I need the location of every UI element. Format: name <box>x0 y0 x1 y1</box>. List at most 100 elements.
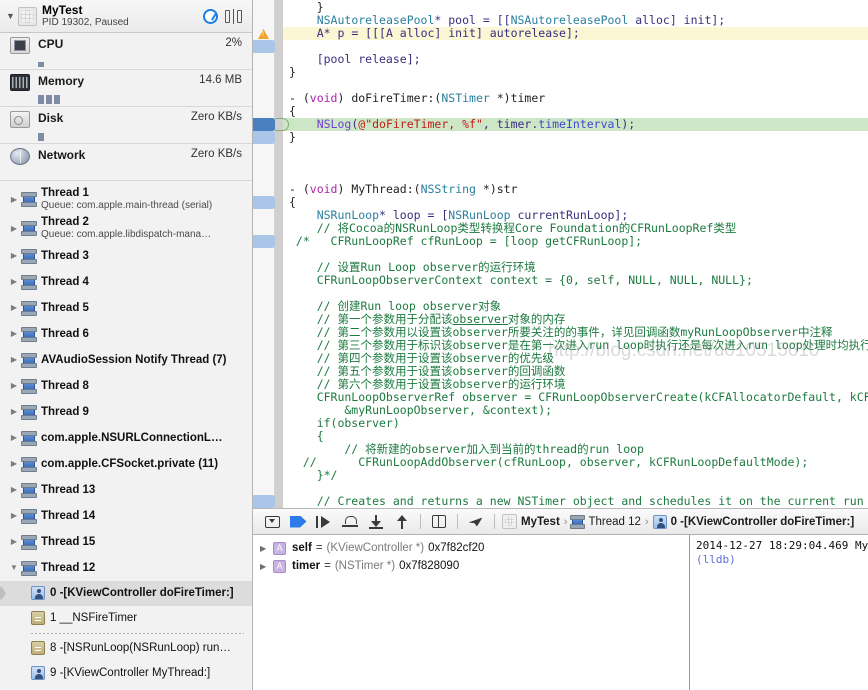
stack-frame-row[interactable]: 9 -[KViewController MyThread:] <box>0 661 252 686</box>
breadcrumb-item[interactable]: MyTest <box>502 514 560 529</box>
split-view-icon[interactable] <box>225 10 242 23</box>
step-up-button[interactable] <box>389 511 415 532</box>
editor-gutter[interactable] <box>253 0 275 508</box>
console-output[interactable]: 2014-12-27 18:29:04.469 My(lldb) <box>690 535 868 690</box>
thread-row[interactable]: ▶Thread 5 <box>0 295 252 321</box>
warning-icon[interactable] <box>258 29 269 39</box>
step-over-icon <box>316 516 333 528</box>
code-line: - (void) MyThread:(NSString *)str <box>283 183 868 196</box>
chevron-right-icon[interactable]: ▶ <box>8 329 20 338</box>
variable-kind-badge: A <box>273 560 286 573</box>
process-disclosure-triangle[interactable]: ▼ <box>4 12 17 21</box>
thread-row[interactable]: ▶com.apple.NSURLConnectionL… <box>0 425 252 451</box>
thread-name: AVAudioSession Notify Thread (7) <box>41 353 227 367</box>
thread-name-block: Thread 13 <box>41 483 95 497</box>
stack-frame-row[interactable]: 10 -[NSThread main] <box>0 686 252 690</box>
thread-row[interactable]: ▶ com.apple.CFSocket.private (11) <box>0 451 252 477</box>
chevron-right-icon[interactable]: ▶ <box>8 407 20 416</box>
code-line: } <box>283 131 868 144</box>
toggle-debug-area-button[interactable] <box>259 511 285 532</box>
thread-queue: Queue: com.apple.libdispatch-mana… <box>41 229 211 242</box>
continue-button[interactable] <box>285 511 311 532</box>
thread-row[interactable]: ▶Thread 6 <box>0 321 252 347</box>
source-editor[interactable]: } NSAutoreleasePool* pool = [[NSAutorele… <box>253 0 868 508</box>
chevron-right-icon[interactable]: ▶ <box>8 381 20 390</box>
thread-name: Thread 2 <box>41 215 211 229</box>
thread-row[interactable]: ▶ Thread 15 <box>0 529 252 555</box>
stack-frame-row[interactable]: 0 -[KViewController doFireTimer:] <box>0 581 252 606</box>
toolbar-separator <box>494 514 495 529</box>
gauge-row-cpu[interactable]: CPU2% <box>0 33 252 70</box>
gauge-sparkline <box>38 92 60 104</box>
chevron-right-icon[interactable]: ▶ <box>260 544 273 553</box>
variable-row[interactable]: ▶Atimer=(NSTimer *)0x7f828090 <box>253 557 689 575</box>
code-content[interactable]: } NSAutoreleasePool* pool = [[NSAutorele… <box>283 0 868 508</box>
chevron-right-icon[interactable]: ▶ <box>8 355 20 364</box>
breadcrumb-chevron-icon: › <box>564 516 568 528</box>
frame-icon <box>653 515 667 529</box>
thread-row[interactable]: ▶Thread 1Queue: com.apple.main-thread (s… <box>0 185 252 214</box>
process-icon <box>502 514 517 529</box>
gauge-icon[interactable] <box>203 9 218 24</box>
location-icon <box>469 515 484 529</box>
thread-icon <box>22 379 36 393</box>
thread-name: Thread 15 <box>41 535 95 549</box>
gauge-value: 2% <box>225 37 242 49</box>
gauge-row-disk[interactable]: DiskZero KB/s <box>0 107 252 144</box>
view-debug-button[interactable] <box>426 511 452 532</box>
simulate-location-button[interactable] <box>463 511 489 532</box>
chevron-right-icon[interactable]: ▶ <box>8 224 20 233</box>
gauge-row-memory[interactable]: Memory14.6 MB <box>0 70 252 107</box>
thread-icon <box>22 192 36 206</box>
process-icon <box>18 7 37 26</box>
thread-row[interactable]: ▶ Thread 4 <box>0 269 252 295</box>
thread-row[interactable]: ▶Thread 3 <box>0 243 252 269</box>
chevron-right-icon[interactable]: ▶ <box>8 485 20 494</box>
code-line: // CFRunLoopAddObserver(cfRunLoop, obser… <box>283 456 868 469</box>
chevron-right-icon[interactable]: ▶ <box>8 511 20 520</box>
breadcrumb-item[interactable]: 0 -[KViewController doFireTimer:] <box>653 515 855 529</box>
chevron-right-icon[interactable]: ▶ <box>260 562 273 571</box>
chevron-right-icon[interactable]: ▶ <box>8 303 20 312</box>
thread-name: Thread 4 <box>41 275 89 289</box>
variable-row[interactable]: ▶Aself=(KViewController *)0x7f82cf20 <box>253 539 689 557</box>
process-header[interactable]: ▼ MyTest PID 19302, Paused <box>0 0 252 33</box>
debug-navigator: ▼ MyTest PID 19302, Paused CPU2%Memory14… <box>0 0 253 690</box>
stack-frame-row[interactable]: 1 __NSFireTimer <box>0 606 252 631</box>
chevron-right-icon[interactable]: ▶ <box>8 433 20 442</box>
thread-row[interactable]: ▶ Thread 8 <box>0 373 252 399</box>
code-line: if(observer) <box>283 417 868 430</box>
chevron-right-icon[interactable]: ▶ <box>8 537 20 546</box>
gauge-row-network[interactable]: NetworkZero KB/s <box>0 144 252 181</box>
step-over-button[interactable] <box>311 511 337 532</box>
thread-icon <box>22 483 36 497</box>
continue-icon <box>290 516 307 528</box>
chevron-right-icon[interactable]: ▶ <box>8 459 20 468</box>
thread-name-block: Thread 14 <box>41 509 95 523</box>
thread-row[interactable]: ▶ Thread 2Queue: com.apple.libdispatch-ma… <box>0 214 252 243</box>
chevron-right-icon[interactable]: ▶ <box>8 195 20 204</box>
code-line: [pool release]; <box>283 53 868 66</box>
thread-row[interactable]: ▶ Thread 14 <box>0 503 252 529</box>
chevron-down-icon[interactable]: ▼ <box>8 563 20 572</box>
thread-row[interactable]: ▶Thread 9 <box>0 399 252 425</box>
current-frame-arrow <box>0 587 6 600</box>
breadcrumb-item[interactable]: Thread 12 <box>571 515 640 528</box>
thread-name-block: com.apple.CFSocket.private (11) <box>41 457 218 471</box>
step-into-button[interactable] <box>337 511 363 532</box>
variable-type: (KViewController *) <box>327 542 425 554</box>
console-line: (lldb) <box>696 553 868 567</box>
variable-equals: = <box>316 542 323 554</box>
stack-frame-row[interactable]: 8 -[NSRunLoop(NSRunLoop) run… <box>0 636 252 661</box>
thread-row[interactable]: ▶ Thread 13 <box>0 477 252 503</box>
step-out-button[interactable] <box>363 511 389 532</box>
thread-row[interactable]: ▼Thread 12 <box>0 555 252 581</box>
thread-name: Thread 8 <box>41 379 89 393</box>
variables-view[interactable]: ▶Aself=(KViewController *)0x7f82cf20▶Ati… <box>253 535 690 690</box>
chevron-right-icon[interactable]: ▶ <box>8 277 20 286</box>
program-counter-indicator <box>275 118 289 131</box>
code-line: CFRunLoopObserverContext context = {0, s… <box>283 274 868 287</box>
chevron-right-icon[interactable]: ▶ <box>8 251 20 260</box>
thread-icon <box>22 561 36 575</box>
thread-row[interactable]: ▶ AVAudioSession Notify Thread (7) <box>0 347 252 373</box>
